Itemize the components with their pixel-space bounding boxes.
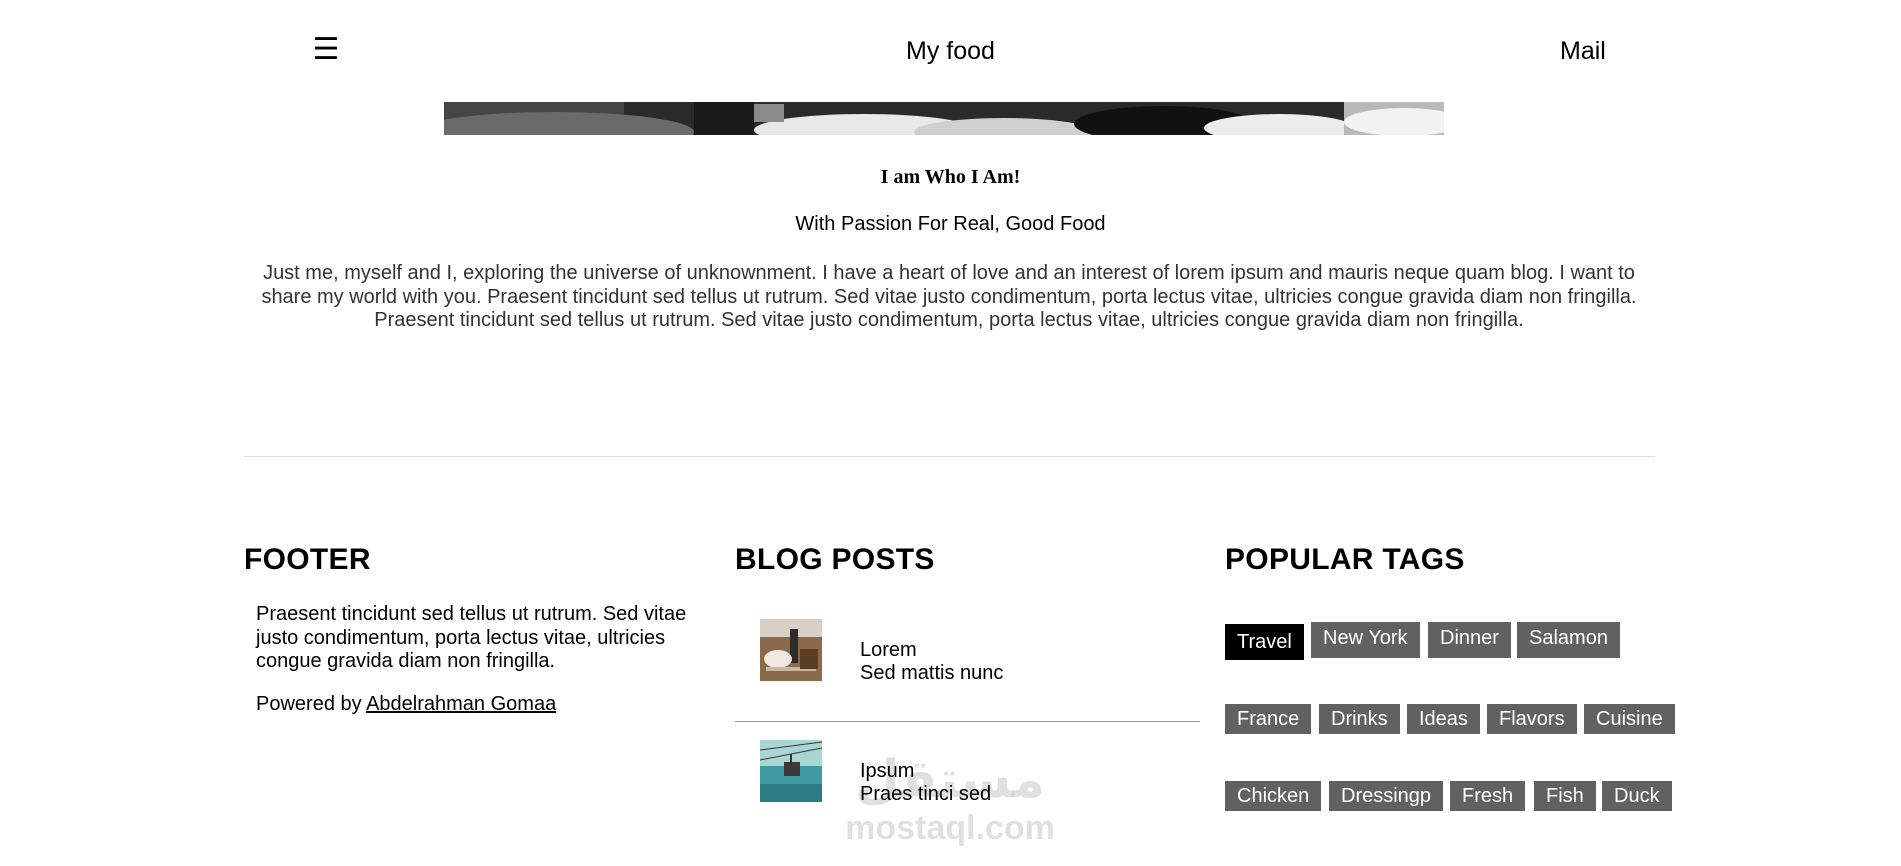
tag-dressingp[interactable]: Dressingp	[1329, 781, 1444, 811]
footer-text: Praesent tincidunt sed tellus ut rutrum.…	[256, 603, 687, 672]
mail-link[interactable]: Mail	[1560, 36, 1606, 66]
watermark: مستقل mostaql.com	[830, 752, 1070, 848]
site-title[interactable]: My food	[0, 36, 1901, 66]
tag-chicken[interactable]: Chicken	[1225, 781, 1322, 811]
tag-france[interactable]: France	[1225, 704, 1312, 734]
post-thumbnail[interactable]	[760, 740, 822, 802]
hero-photo-strip	[444, 102, 1444, 135]
tag-fresh[interactable]: Fresh	[1450, 781, 1526, 811]
tag-ideas[interactable]: Ideas	[1407, 704, 1480, 734]
tag-new-york[interactable]: New York	[1311, 622, 1420, 658]
footer-heading: FOOTER	[244, 543, 371, 576]
watermark-arabic: مستقل	[854, 751, 1046, 809]
post-thumbnail-image	[760, 619, 822, 681]
author-link[interactable]: Abdelrahman Gomaa	[366, 693, 556, 715]
section-divider	[244, 456, 1655, 457]
tag-duck[interactable]: Duck	[1602, 781, 1672, 811]
tag-dinner[interactable]: Dinner	[1428, 622, 1511, 658]
powered-by-label: Powered by	[256, 693, 367, 715]
about-text: Just me, myself and I, exploring the uni…	[261, 262, 1637, 331]
tag-fish[interactable]: Fish	[1534, 781, 1596, 811]
post-subtitle: Sed mattis nunc	[860, 662, 1004, 684]
post-thumbnail-image	[760, 740, 822, 802]
powered-by: Powered by Abdelrahman Gomaa	[256, 692, 556, 716]
blog-posts-heading: BLOG POSTS	[735, 543, 935, 576]
tag-salamon[interactable]: Salamon	[1517, 622, 1620, 658]
post-title[interactable]: Lorem	[860, 639, 917, 663]
post-thumbnail[interactable]	[760, 619, 822, 681]
hero-image	[444, 102, 1444, 135]
watermark-latin: mostaql.com	[845, 809, 1055, 847]
about-subheading: With Passion For Real, Good Food	[795, 213, 1106, 235]
tag-travel[interactable]: Travel	[1225, 624, 1304, 660]
tag-flavors[interactable]: Flavors	[1487, 704, 1577, 734]
popular-tags-heading: POPULAR TAGS	[1225, 543, 1465, 576]
tag-cuisine[interactable]: Cuisine	[1584, 704, 1675, 734]
blog-post-item[interactable]: Lorem Sed mattis nunc	[735, 600, 1200, 710]
about-heading: I am Who I Am!	[880, 166, 1021, 188]
page: ☰ My food Mail I am Who I Am! With Passi…	[0, 0, 1901, 866]
top-bar: ☰ My food Mail	[0, 0, 1901, 100]
tag-drinks[interactable]: Drinks	[1319, 704, 1400, 734]
